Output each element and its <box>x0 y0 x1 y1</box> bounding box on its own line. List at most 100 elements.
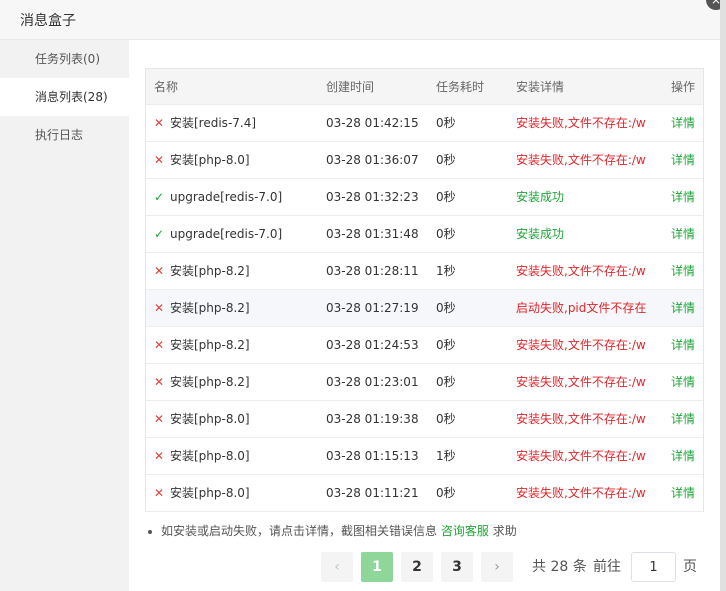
details-link[interactable]: 详情 <box>671 179 705 215</box>
goto-page-input[interactable] <box>631 552 676 582</box>
task-name: 安装[php-8.2] <box>170 338 250 352</box>
install-detail-cell: 安装失败,文件不存在:/ww <box>516 116 646 130</box>
details-link[interactable]: 详情 <box>671 216 705 252</box>
page-button-3[interactable]: 3 <box>441 552 473 582</box>
task-name: 安装[php-8.0] <box>170 486 250 500</box>
created-time-cell: 03-28 01:32:23 <box>326 190 419 204</box>
duration-cell: 0秒 <box>436 301 456 315</box>
column-header-action: 操作 <box>671 80 696 94</box>
sidebar-item-execution-log[interactable]: 执行日志 <box>0 116 129 154</box>
duration-cell: 0秒 <box>436 153 456 167</box>
table-row: ✕ 安装[php-8.2] 03-28 01:28:11 1秒 安装失败,文件不存在:/… <box>146 253 703 290</box>
help-notice: 如安装或启动失败，请点击详情，截图相关错误信息 咨询客服 求助 <box>148 522 517 539</box>
duration-cell: 0秒 <box>436 190 456 204</box>
prev-page-button[interactable]: ‹ <box>321 552 353 582</box>
details-link[interactable]: 详情 <box>671 105 705 141</box>
created-time-cell: 03-28 01:31:48 <box>326 227 419 241</box>
window-edge <box>720 0 726 591</box>
task-name-cell: ✕ 安装[php-8.0] <box>154 475 319 511</box>
install-detail-cell: 安装成功 <box>516 227 565 241</box>
notice-text: 如安装或启动失败，请点击详情，截图相关错误信息 <box>161 524 438 538</box>
cross-icon: ✕ <box>154 116 165 130</box>
message-table: 名称 创建时间 任务耗时 安装详情 操作 ✕ 安装[redis-7.4] 03-28… <box>145 68 704 512</box>
table-header: 名称 创建时间 任务耗时 安装详情 操作 <box>146 69 703 105</box>
table-row: ✕ 安装[php-8.2] 03-28 01:27:19 0秒 启动失败,pid文件不存… <box>146 290 703 327</box>
task-name: 安装[php-8.2] <box>170 264 250 278</box>
cross-icon: ✕ <box>154 301 165 315</box>
sidebar-item-message-list[interactable]: 消息列表(28) <box>0 78 129 116</box>
created-time-cell: 03-28 01:23:01 <box>326 375 419 389</box>
cross-icon: ✕ <box>154 338 165 352</box>
task-name: upgrade[redis-7.0] <box>170 190 283 204</box>
created-time-cell: 03-28 01:19:38 <box>326 412 419 426</box>
cross-icon: ✕ <box>154 412 165 426</box>
duration-cell: 1秒 <box>436 264 456 278</box>
table-row: ✕ 安装[php-8.0] 03-28 01:19:38 0秒 安装失败,文件不存在:/… <box>146 401 703 438</box>
details-link[interactable]: 详情 <box>671 290 705 326</box>
install-detail-cell: 安装失败,文件不存在:/ww <box>516 338 646 352</box>
sidebar: 任务列表(0) 消息列表(28) 执行日志 <box>0 40 129 591</box>
install-detail-cell: 安装失败,文件不存在:/ww <box>516 486 646 500</box>
table-row: ✕ 安装[php-8.0] 03-28 01:11:21 0秒 安装失败,文件不存在:/… <box>146 475 703 512</box>
duration-cell: 0秒 <box>436 227 456 241</box>
page-button-1[interactable]: 1 <box>361 552 393 582</box>
duration-cell: 1秒 <box>436 449 456 463</box>
task-name-cell: ✕ 安装[php-8.0] <box>154 401 319 437</box>
task-name: 安装[php-8.0] <box>170 449 250 463</box>
table-row: ✕ 安装[php-8.0] 03-28 01:15:13 1秒 安装失败,文件不存在:/… <box>146 438 703 475</box>
install-detail-cell: 安装失败,文件不存在:/ww <box>516 264 646 278</box>
total-count: 共 28 条 <box>532 559 587 575</box>
table-row: ✕ 安装[redis-7.4] 03-28 01:42:15 0秒 安装失败,文件不存在… <box>146 105 703 142</box>
created-time-cell: 03-28 01:28:11 <box>326 264 419 278</box>
table-row: ✕ 安装[php-8.2] 03-28 01:23:01 0秒 安装失败,文件不存在:/… <box>146 364 703 401</box>
cross-icon: ✕ <box>154 486 165 500</box>
install-detail-cell: 安装失败,文件不存在:/ww <box>516 412 646 426</box>
check-icon: ✓ <box>154 190 165 204</box>
task-name: 安装[php-8.2] <box>170 375 250 389</box>
task-name-cell: ✕ 安装[php-8.0] <box>154 142 319 178</box>
page-button-2[interactable]: 2 <box>401 552 433 582</box>
cross-icon: ✕ <box>154 375 165 389</box>
install-detail-cell: 启动失败,pid文件不存在 <box>516 301 646 315</box>
details-link[interactable]: 详情 <box>671 475 705 511</box>
cross-icon: ✕ <box>154 264 165 278</box>
install-detail-cell: 安装成功 <box>516 190 565 204</box>
notice-suffix: 求助 <box>492 524 517 538</box>
task-name-cell: ✕ 安装[php-8.2] <box>154 290 319 326</box>
table-row: ✓ upgrade[redis-7.0] 03-28 01:31:48 0秒 安装成功 详… <box>146 216 703 253</box>
contact-support-link[interactable]: 咨询客服 <box>441 524 489 538</box>
created-time-cell: 03-28 01:15:13 <box>326 449 419 463</box>
details-link[interactable]: 详情 <box>671 438 705 474</box>
created-time-cell: 03-28 01:11:21 <box>326 486 419 500</box>
task-name: 安装[php-8.2] <box>170 301 250 315</box>
details-link[interactable]: 详情 <box>671 364 705 400</box>
duration-cell: 0秒 <box>436 338 456 352</box>
table-body: ✕ 安装[redis-7.4] 03-28 01:42:15 0秒 安装失败,文件不存在… <box>146 105 703 512</box>
sidebar-item-task-list[interactable]: 任务列表(0) <box>0 40 129 78</box>
page-unit-label: 页 <box>683 559 697 575</box>
details-link[interactable]: 详情 <box>671 401 705 437</box>
details-link[interactable]: 详情 <box>671 253 705 289</box>
task-name-cell: ✓ upgrade[redis-7.0] <box>154 216 319 252</box>
task-name-cell: ✕ 安装[php-8.0] <box>154 438 319 474</box>
window-title: 消息盒子 <box>20 13 76 29</box>
window-titlebar: 消息盒子 <box>0 0 720 40</box>
column-header-name: 名称 <box>154 80 179 94</box>
details-link[interactable]: 详情 <box>671 142 705 178</box>
created-time-cell: 03-28 01:42:15 <box>326 116 419 130</box>
install-detail-cell: 安装失败,文件不存在:/ww <box>516 375 646 389</box>
created-time-cell: 03-28 01:24:53 <box>326 338 419 352</box>
duration-cell: 0秒 <box>436 412 456 426</box>
column-header-duration: 任务耗时 <box>436 80 485 94</box>
bullet-icon <box>148 529 152 534</box>
install-detail-cell: 安装失败,文件不存在:/ww <box>516 449 646 463</box>
cross-icon: ✕ <box>154 449 165 463</box>
details-link[interactable]: 详情 <box>671 327 705 363</box>
goto-label: 前往 <box>593 559 621 575</box>
created-time-cell: 03-28 01:36:07 <box>326 153 419 167</box>
table-row: ✕ 安装[php-8.0] 03-28 01:36:07 0秒 安装失败,文件不存在:/… <box>146 142 703 179</box>
task-name: upgrade[redis-7.0] <box>170 227 283 241</box>
duration-cell: 0秒 <box>436 486 456 500</box>
next-page-button[interactable]: › <box>481 552 513 582</box>
task-name: 安装[php-8.0] <box>170 412 250 426</box>
